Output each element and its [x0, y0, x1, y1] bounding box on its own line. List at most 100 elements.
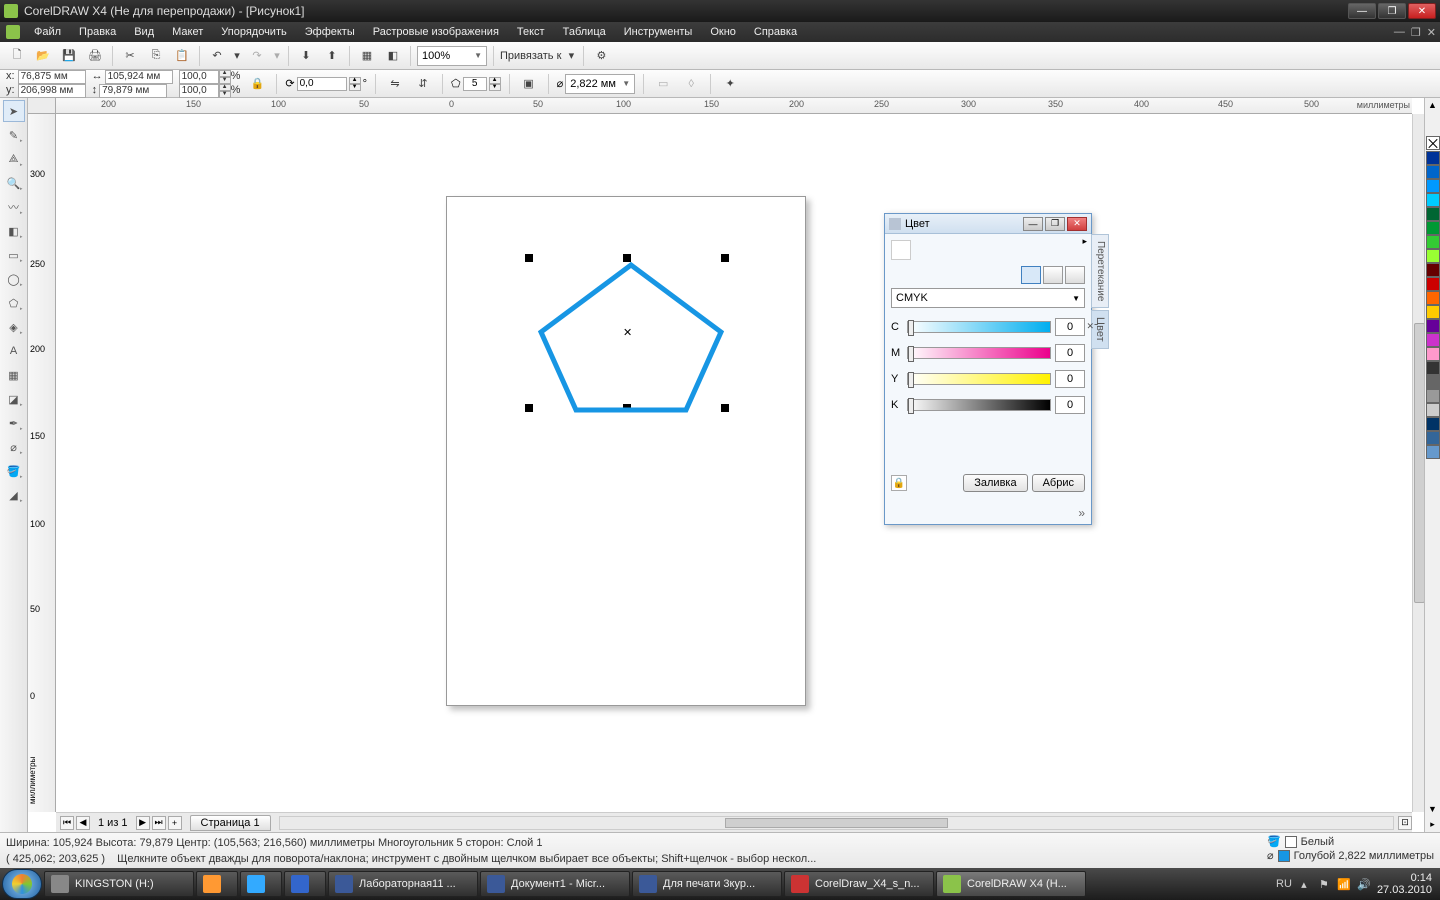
palette-up-icon[interactable]: ▲ — [1428, 100, 1437, 110]
welcome-button[interactable]: ◧ — [382, 45, 404, 67]
menu-text[interactable]: Текст — [509, 24, 553, 40]
color-docker[interactable]: Цвет — ❐ ✕ ▸ CMYK▼ C 0 M 0 Y 0 — [884, 213, 1092, 525]
outline-swatch[interactable] — [1278, 850, 1290, 862]
palette-swatch[interactable] — [1426, 193, 1440, 207]
scale-x[interactable]: 100,0 — [179, 70, 219, 84]
palette-swatch[interactable] — [1426, 151, 1440, 165]
w-value[interactable]: 105,924 мм — [105, 70, 173, 84]
outline-indicator-icon[interactable]: ⌀ — [1267, 849, 1274, 862]
print-button[interactable]: 🖨 — [84, 45, 106, 67]
cut-button[interactable]: ✂ — [119, 45, 141, 67]
palette-swatch[interactable] — [1426, 179, 1440, 193]
k-value[interactable]: 0 — [1055, 396, 1085, 414]
tray-up-icon[interactable]: ▴ — [1297, 877, 1311, 891]
k-slider[interactable] — [907, 399, 1051, 411]
docker-min-button[interactable]: — — [1023, 217, 1043, 231]
y-value[interactable]: 206,998 мм — [18, 84, 86, 98]
page-tab[interactable]: Страница 1 — [190, 815, 271, 831]
palette-swatch[interactable] — [1426, 403, 1440, 417]
docker-expand-icon[interactable]: » — [1078, 506, 1085, 520]
mirror-v-button[interactable]: ⇵ — [412, 73, 434, 95]
app-menu-icon[interactable] — [6, 25, 20, 39]
ellipse-tool[interactable]: ◯▸ — [3, 268, 25, 290]
zoom-tool[interactable]: 🔍▸ — [3, 172, 25, 194]
polygon-tool[interactable]: ⬠▸ — [3, 292, 25, 314]
menu-table[interactable]: Таблица — [555, 24, 614, 40]
docker-max-button[interactable]: ❐ — [1045, 217, 1065, 231]
palette-swatch[interactable] — [1426, 249, 1440, 263]
tray-flag-icon[interactable]: ⚑ — [1317, 877, 1331, 891]
interactive-tool[interactable]: ◪▸ — [3, 388, 25, 410]
outline-button[interactable]: Абрис — [1032, 474, 1085, 492]
navigator-button[interactable]: ⊡ — [1398, 816, 1412, 830]
palette-swatch[interactable] — [1426, 347, 1440, 361]
pentagon-shape[interactable] — [536, 260, 726, 423]
smart-fill-tool[interactable]: ◧▸ — [3, 220, 25, 242]
mdi-minimize-icon[interactable]: — — [1394, 26, 1405, 39]
taskbar-item[interactable] — [240, 871, 282, 897]
horizontal-scrollbar[interactable] — [279, 816, 1394, 830]
h-value[interactable]: 79,879 мм — [99, 84, 167, 98]
canvas[interactable]: ✕ — [56, 114, 1412, 812]
menu-window[interactable]: Окно — [702, 24, 744, 40]
taskbar-item[interactable]: Лабораторная11 ... — [328, 871, 478, 897]
undo-dropdown[interactable]: ▾ — [232, 45, 242, 67]
tray-network-icon[interactable]: 📶 — [1337, 877, 1351, 891]
taskbar-item[interactable]: Документ1 - Micr... — [480, 871, 630, 897]
mirror-h-button[interactable]: ⇋ — [384, 73, 406, 95]
palette-swatch[interactable] — [1426, 417, 1440, 431]
lock-ratio-button[interactable]: 🔒 — [246, 73, 268, 95]
side-tab-blend[interactable]: Перетекание — [1091, 234, 1109, 308]
pick-tool[interactable]: ➤ — [3, 100, 25, 122]
docker-close-button[interactable]: ✕ — [1067, 217, 1087, 231]
m-slider[interactable] — [907, 347, 1051, 359]
menu-tools[interactable]: Инструменты — [616, 24, 701, 40]
palette-swatch[interactable] — [1426, 361, 1440, 375]
menu-bitmaps[interactable]: Растровые изображения — [365, 24, 507, 40]
tray-clock[interactable]: 0:14 27.03.2010 — [1377, 872, 1432, 896]
taskbar-item[interactable]: CorelDraw_X4_s_n... — [784, 871, 934, 897]
palette-swatch[interactable] — [1426, 375, 1440, 389]
rectangle-tool[interactable]: ▭▸ — [3, 244, 25, 266]
options-button[interactable]: ⚙ — [590, 45, 612, 67]
docker-options-icon[interactable]: ▸ — [1082, 236, 1087, 247]
wrap-button[interactable]: ▭ — [652, 73, 674, 95]
palette-swatch[interactable] — [1426, 235, 1440, 249]
menu-arrange[interactable]: Упорядочить — [213, 24, 294, 40]
outline-width-combo[interactable]: 2,822 мм▼ — [565, 74, 635, 94]
palette-swatch[interactable] — [1426, 221, 1440, 235]
add-page-button[interactable]: + — [168, 816, 182, 830]
close-button[interactable]: ✕ — [1408, 3, 1436, 19]
taskbar-item[interactable] — [284, 871, 326, 897]
mdi-restore-icon[interactable]: ❐ — [1411, 26, 1421, 39]
taskbar-item[interactable]: KINGSTON (H:) — [44, 871, 194, 897]
docker-titlebar[interactable]: Цвет — ❐ ✕ — [885, 214, 1091, 234]
palette-swatch[interactable] — [1426, 445, 1440, 459]
palette-swatch[interactable] — [1426, 319, 1440, 333]
maximize-button[interactable]: ❐ — [1378, 3, 1406, 19]
palette-swatch[interactable] — [1426, 431, 1440, 445]
canvas-area[interactable]: 200 150 100 50 0 50 100 150 200 250 300 … — [28, 98, 1440, 832]
spin-down-icon[interactable]: ▼ — [219, 77, 231, 84]
vertical-ruler[interactable]: 300 250 200 150 100 50 0 миллиметры — [28, 114, 56, 812]
slider-mode-button[interactable] — [1021, 266, 1041, 284]
x-value[interactable]: 76,875 мм — [18, 70, 86, 84]
fill-swatch[interactable] — [1285, 836, 1297, 848]
save-button[interactable]: 💾 — [58, 45, 80, 67]
undo-button[interactable]: ↶ — [206, 45, 228, 67]
hscroll-thumb[interactable] — [725, 818, 948, 828]
y-value[interactable]: 0 — [1055, 370, 1085, 388]
m-value[interactable]: 0 — [1055, 344, 1085, 362]
fill-tool[interactable]: 🪣▸ — [3, 460, 25, 482]
zoom-combo[interactable]: 100%▼ — [417, 46, 487, 66]
taskbar-item[interactable] — [196, 871, 238, 897]
text-tool[interactable]: A — [3, 340, 25, 362]
palette-swatch[interactable] — [1426, 207, 1440, 221]
next-page-button[interactable]: ▶ — [136, 816, 150, 830]
palette-swatch[interactable] — [1426, 389, 1440, 403]
fill-button[interactable]: Заливка — [963, 474, 1027, 492]
crop-tool[interactable]: ⟁▸ — [3, 148, 25, 170]
taskbar-item[interactable]: Для печати 3кур... — [632, 871, 782, 897]
app-launcher-button[interactable]: ▦ — [356, 45, 378, 67]
convert-button[interactable]: ◊ — [680, 73, 702, 95]
